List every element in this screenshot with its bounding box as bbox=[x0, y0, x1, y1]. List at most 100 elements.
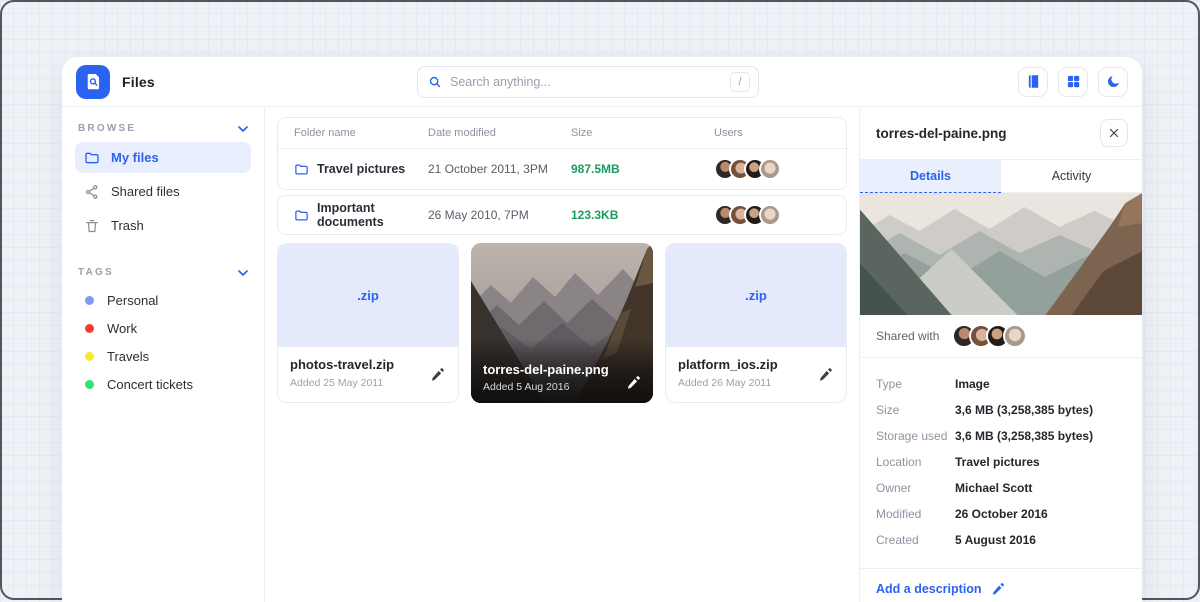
user-avatars bbox=[714, 204, 830, 226]
detail-label: Modified bbox=[876, 507, 955, 521]
detail-value: Michael Scott bbox=[955, 481, 1032, 495]
tag-label: Work bbox=[107, 321, 137, 336]
folder-table: Folder name Date modified Size Users Tra… bbox=[277, 117, 847, 190]
grid-view-button[interactable] bbox=[1058, 67, 1088, 97]
detail-value: Travel pictures bbox=[955, 455, 1040, 469]
edit-pencil-icon bbox=[991, 582, 1005, 596]
detail-label: Storage used bbox=[876, 429, 955, 443]
file-card-grid: .zip photos-travel.zip Added 25 May 2011 bbox=[277, 243, 847, 403]
grid-icon bbox=[1066, 74, 1081, 89]
detail-row-owner: Owner Michael Scott bbox=[876, 481, 1126, 495]
dark-mode-button[interactable] bbox=[1098, 67, 1128, 97]
folder-size: 123.3KB bbox=[571, 208, 714, 222]
add-description-label: Add a description bbox=[876, 582, 982, 596]
tab-activity[interactable]: Activity bbox=[1001, 160, 1142, 193]
date-modified: 26 May 2010, 7PM bbox=[428, 208, 571, 222]
folder-name: Travel pictures bbox=[317, 162, 405, 176]
file-search-icon bbox=[84, 72, 103, 91]
edit-pencil-icon[interactable] bbox=[818, 367, 833, 382]
column-header-users: Users bbox=[714, 127, 830, 139]
detail-label: Size bbox=[876, 403, 955, 417]
folder-icon bbox=[294, 162, 309, 177]
moon-icon bbox=[1106, 74, 1121, 89]
search-icon bbox=[428, 75, 442, 89]
folder-name: Important documents bbox=[317, 201, 428, 229]
panel-tabs: Details Activity bbox=[860, 159, 1142, 193]
mountain-preview-image bbox=[860, 193, 1142, 315]
detail-row-storage-used: Storage used 3,6 MB (3,258,385 bytes) bbox=[876, 429, 1126, 443]
column-header-date-modified: Date modified bbox=[428, 127, 571, 139]
tag-item-concert-tickets[interactable]: Concert tickets bbox=[75, 370, 251, 398]
app-title: Files bbox=[122, 74, 155, 90]
file-name: platform_ios.zip bbox=[678, 357, 834, 372]
trash-icon bbox=[84, 218, 100, 234]
edit-pencil-icon[interactable] bbox=[626, 375, 641, 390]
avatar bbox=[759, 204, 781, 226]
tag-item-work[interactable]: Work bbox=[75, 314, 251, 342]
tags-label: TAGS bbox=[78, 267, 114, 278]
edit-pencil-icon[interactable] bbox=[430, 367, 445, 382]
detail-value: 3,6 MB (3,258,385 bytes) bbox=[955, 429, 1093, 443]
search-input[interactable]: Search anything... / bbox=[417, 66, 759, 98]
book-icon bbox=[1026, 74, 1041, 89]
detail-label: Created bbox=[876, 533, 955, 547]
chevron-down-icon[interactable] bbox=[238, 270, 248, 276]
chevron-down-icon[interactable] bbox=[238, 126, 248, 132]
sidebar-item-shared-files[interactable]: Shared files bbox=[75, 176, 251, 207]
app-window: Files Search anything... / bbox=[62, 57, 1142, 602]
folder-row-travel-pictures[interactable]: Travel pictures 21 October 2011, 3PM 987… bbox=[278, 149, 846, 189]
browse-section-header: BROWSE bbox=[75, 119, 251, 142]
tag-color-dot bbox=[85, 296, 94, 305]
sidebar-item-trash[interactable]: Trash bbox=[75, 210, 251, 241]
tab-details[interactable]: Details bbox=[860, 160, 1001, 193]
folder-row-important-documents[interactable]: Important documents 26 May 2010, 7PM 123… bbox=[278, 196, 846, 234]
sidebar-item-label: My files bbox=[111, 150, 159, 165]
file-card-photos-travel-zip[interactable]: .zip photos-travel.zip Added 25 May 2011 bbox=[277, 243, 459, 403]
close-panel-button[interactable] bbox=[1100, 119, 1128, 147]
avatar bbox=[759, 158, 781, 180]
column-header-size: Size bbox=[571, 127, 714, 139]
sidebar: BROWSE My files Shared files bbox=[62, 107, 265, 602]
add-description-button[interactable]: Add a description bbox=[860, 569, 1142, 602]
sidebar-item-my-files[interactable]: My files bbox=[75, 142, 251, 173]
detail-label: Owner bbox=[876, 481, 955, 495]
tag-color-dot bbox=[85, 352, 94, 361]
detail-row-modified: Modified 26 October 2016 bbox=[876, 507, 1126, 521]
file-name: torres-del-paine.png bbox=[483, 362, 609, 377]
shared-avatars bbox=[952, 324, 1027, 348]
search-shortcut-key: / bbox=[730, 72, 750, 92]
detail-value: Image bbox=[955, 377, 990, 391]
tag-color-dot bbox=[85, 324, 94, 333]
library-button[interactable] bbox=[1018, 67, 1048, 97]
screenshot-frame: { "header": { "app_title": "Files", "sea… bbox=[0, 0, 1200, 600]
detail-row-type: Type Image bbox=[876, 377, 1126, 391]
detail-value: 5 August 2016 bbox=[955, 533, 1036, 547]
tag-label: Concert tickets bbox=[107, 377, 193, 392]
folder-size: 987.5MB bbox=[571, 162, 714, 176]
file-card-torres-del-paine-png[interactable]: torres-del-paine.png Added 5 Aug 2016 bbox=[471, 243, 653, 403]
app-logo[interactable] bbox=[76, 65, 110, 99]
shared-with-label: Shared with bbox=[876, 329, 939, 343]
detail-row-created: Created 5 August 2016 bbox=[876, 533, 1126, 547]
detail-label: Location bbox=[876, 455, 955, 469]
file-added-date: Added 26 May 2011 bbox=[678, 377, 834, 389]
search-placeholder: Search anything... bbox=[450, 75, 722, 89]
tag-item-travels[interactable]: Travels bbox=[75, 342, 251, 370]
table-header-row: Folder name Date modified Size Users bbox=[278, 118, 846, 149]
zip-badge: .zip bbox=[745, 288, 767, 303]
tag-color-dot bbox=[85, 380, 94, 389]
file-name: photos-travel.zip bbox=[290, 357, 446, 372]
user-avatars bbox=[714, 158, 830, 180]
file-card-platform-ios-zip[interactable]: .zip platform_ios.zip Added 26 May 2011 bbox=[665, 243, 847, 403]
details-panel: torres-del-paine.png Details Activity bbox=[859, 107, 1142, 602]
app-header: Files Search anything... / bbox=[62, 57, 1142, 107]
zip-badge: .zip bbox=[357, 288, 379, 303]
browse-label: BROWSE bbox=[78, 123, 136, 134]
sidebar-item-label: Trash bbox=[111, 218, 144, 233]
file-details-list: Type Image Size 3,6 MB (3,258,385 bytes)… bbox=[860, 358, 1142, 569]
panel-file-title: torres-del-paine.png bbox=[876, 126, 1007, 141]
close-icon bbox=[1108, 127, 1120, 139]
image-preview bbox=[860, 193, 1142, 315]
detail-row-location: Location Travel pictures bbox=[876, 455, 1126, 469]
tag-item-personal[interactable]: Personal bbox=[75, 286, 251, 314]
